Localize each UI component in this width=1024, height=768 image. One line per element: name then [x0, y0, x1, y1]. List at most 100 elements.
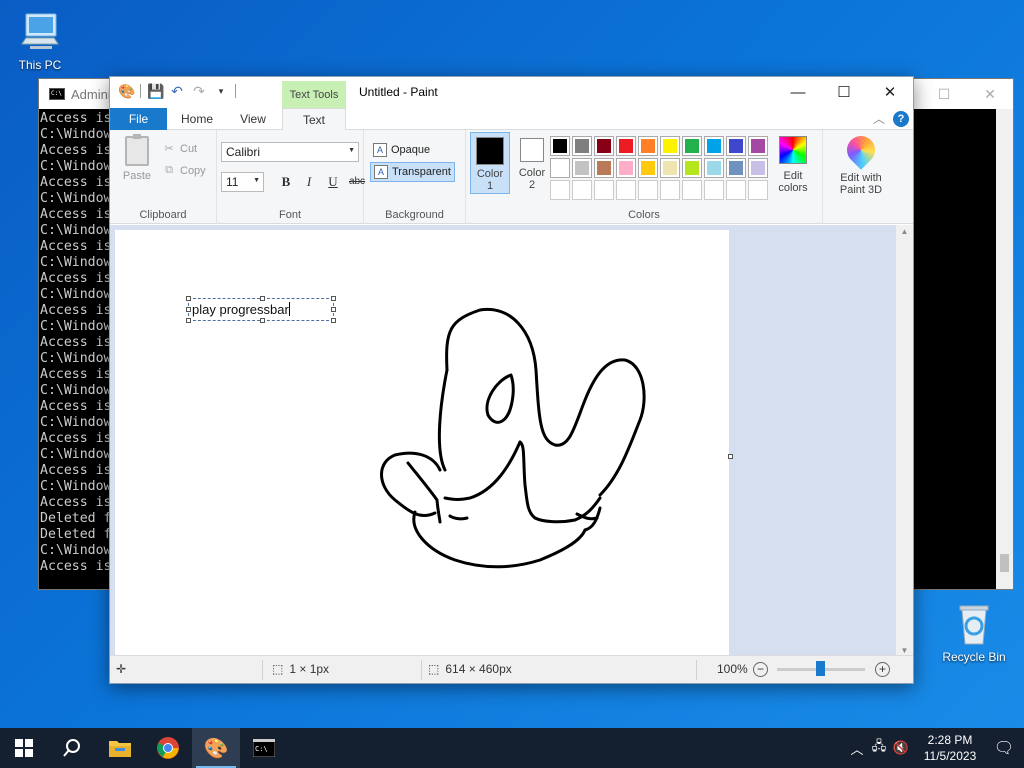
palette-color-swatch[interactable] [682, 136, 702, 156]
text-box[interactable]: play progressbar [186, 296, 336, 323]
paste-button[interactable]: Paste [120, 134, 154, 182]
scroll-down-icon[interactable]: ▼ [896, 646, 913, 655]
palette-color-swatch[interactable] [638, 136, 658, 156]
resize-handle[interactable] [260, 318, 265, 323]
palette-color-swatch[interactable] [660, 136, 680, 156]
color-1-button[interactable]: Color 1 [470, 132, 510, 194]
color-2-button[interactable]: Color 2 [512, 132, 552, 194]
cmd-maximize-button[interactable]: ☐ [921, 79, 967, 109]
palette-color-swatch[interactable] [550, 136, 570, 156]
palette-color-swatch[interactable] [550, 158, 570, 178]
opaque-button[interactable]: A Opaque [370, 140, 433, 160]
resize-handle[interactable] [186, 307, 191, 312]
customize-qat-icon[interactable]: ▾ [213, 83, 229, 99]
start-button[interactable] [0, 728, 48, 768]
underline-button[interactable]: U [324, 173, 342, 191]
minimize-button[interactable]: — [775, 77, 821, 107]
paint-app-icon[interactable]: 🎨 [118, 83, 135, 99]
palette-color-swatch[interactable] [726, 158, 746, 178]
file-explorer-button[interactable] [96, 728, 144, 768]
palette-color-swatch[interactable] [572, 136, 592, 156]
palette-color-swatch[interactable] [572, 158, 592, 178]
italic-button[interactable]: I [300, 173, 318, 191]
cmd-scrollbar[interactable] [996, 109, 1013, 589]
palette-color-swatch[interactable] [726, 136, 746, 156]
resize-handle[interactable] [331, 318, 336, 323]
network-icon[interactable]: 🖧 [868, 737, 890, 759]
palette-color-swatch[interactable] [704, 180, 724, 200]
palette-color-swatch[interactable] [550, 180, 570, 200]
recycle-bin-desktop-icon[interactable]: Recycle Bin [936, 600, 1012, 664]
collapse-ribbon-icon[interactable]: ︿ [873, 110, 885, 127]
zoom-slider-thumb[interactable] [816, 661, 825, 676]
drawing-canvas[interactable]: play progressbar [115, 230, 729, 657]
chevron-up-icon[interactable]: ︿ [846, 739, 868, 758]
save-icon[interactable]: 💾 [147, 83, 164, 99]
palette-color-swatch[interactable] [594, 136, 614, 156]
this-pc-desktop-icon[interactable]: This PC [2, 8, 78, 72]
canvas-resize-handle[interactable] [728, 454, 733, 459]
palette-color-swatch[interactable] [748, 158, 768, 178]
paint-3d-group: Edit with Paint 3D [823, 130, 899, 224]
notifications-icon[interactable]: 🗨 [984, 738, 1024, 758]
close-button[interactable]: ✕ [867, 77, 913, 107]
ribbon-tabs: File Home View Text ︿ ? [110, 108, 913, 131]
paint-titlebar[interactable]: 🎨 💾 ↶ ↷ ▾ Text Tools Untitled - Paint — … [110, 77, 913, 108]
palette-color-swatch[interactable] [704, 158, 724, 178]
zoom-in-button[interactable]: + [875, 662, 890, 677]
palette-color-swatch[interactable] [682, 180, 702, 200]
palette-color-swatch[interactable] [682, 158, 702, 178]
cmd-taskbar-button[interactable]: C:\ [240, 728, 288, 768]
palette-color-swatch[interactable] [572, 180, 592, 200]
redo-icon[interactable]: ↷ [191, 83, 207, 99]
palette-color-swatch[interactable] [704, 136, 724, 156]
resize-handle[interactable] [331, 307, 336, 312]
bold-button[interactable]: B [277, 173, 295, 191]
resize-handle[interactable] [186, 296, 191, 301]
cut-button[interactable]: ✂ Cut [162, 142, 197, 156]
palette-color-fill [729, 161, 743, 175]
help-icon[interactable]: ? [893, 110, 909, 127]
palette-color-fill [619, 139, 633, 153]
palette-color-swatch[interactable] [638, 180, 658, 200]
canvas-vertical-scrollbar[interactable]: ▲ ▼ [896, 225, 913, 657]
cmd-close-button[interactable]: ✕ [967, 79, 1013, 109]
tab-home[interactable]: Home [172, 108, 222, 130]
palette-color-swatch[interactable] [616, 158, 636, 178]
tab-text[interactable]: Text [282, 108, 346, 131]
palette-color-swatch[interactable] [616, 180, 636, 200]
copy-button[interactable]: ⧉ Copy [162, 164, 206, 177]
zoom-out-button[interactable]: − [753, 662, 768, 677]
palette-color-swatch[interactable] [638, 158, 658, 178]
paint-window[interactable]: 🎨 💾 ↶ ↷ ▾ Text Tools Untitled - Paint — … [109, 76, 914, 684]
palette-color-swatch[interactable] [616, 136, 636, 156]
scroll-up-icon[interactable]: ▲ [896, 227, 913, 236]
undo-icon[interactable]: ↶ [169, 83, 185, 99]
search-button[interactable] [48, 728, 96, 768]
maximize-button[interactable]: ☐ [821, 77, 867, 107]
transparent-button[interactable]: A Transparent [370, 162, 455, 182]
chrome-button[interactable] [144, 728, 192, 768]
palette-color-swatch[interactable] [748, 180, 768, 200]
tab-file[interactable]: File [110, 108, 167, 130]
font-size-select[interactable]: 11 ▼ [221, 172, 264, 192]
paint-taskbar-button[interactable]: 🎨 [192, 728, 240, 768]
palette-color-swatch[interactable] [594, 158, 614, 178]
resize-handle[interactable] [331, 296, 336, 301]
edit-colors-button[interactable]: Edit colors [770, 136, 816, 194]
cmd-scroll-thumb[interactable] [1000, 554, 1009, 572]
volume-muted-icon[interactable]: 🔇 [890, 740, 912, 756]
palette-color-swatch[interactable] [726, 180, 746, 200]
font-family-select[interactable]: Calibri ▼ [221, 142, 359, 162]
clock[interactable]: 2:28 PM 11/5/2023 [916, 732, 984, 764]
palette-color-swatch[interactable] [594, 180, 614, 200]
resize-handle[interactable] [186, 318, 191, 323]
palette-color-swatch[interactable] [748, 136, 768, 156]
clock-date: 11/5/2023 [923, 749, 977, 763]
cmd-title: Admini [71, 86, 111, 102]
edit-with-paint-3d-button[interactable]: Edit with Paint 3D [827, 130, 895, 196]
tab-view[interactable]: View [228, 108, 278, 130]
palette-color-swatch[interactable] [660, 158, 680, 178]
resize-handle[interactable] [260, 296, 265, 301]
palette-color-swatch[interactable] [660, 180, 680, 200]
